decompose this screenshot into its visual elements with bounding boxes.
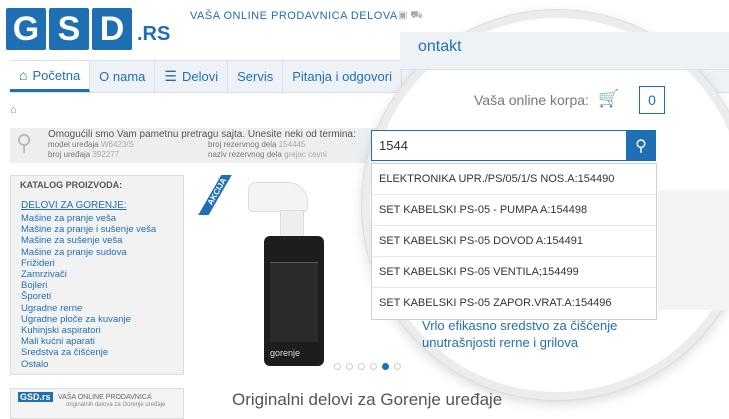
search-icon: ⚲ [635,137,647,155]
catalog-heading-link[interactable]: DELOVI ZA GORENJE: [21,200,127,211]
catalog-item[interactable]: Mašine za sušenje veša [21,235,156,246]
product-image-neck [280,210,304,238]
product-description: Vrlo efikasno sredstvo za čišćenje unutr… [422,317,617,351]
page-headline: Originalni delovi za Gorenje uređaje [232,390,503,409]
cart-count[interactable]: 0 [639,86,665,114]
slider-dot[interactable] [334,363,341,370]
search-info-title: Omogućili smo Vam pametnu pretragu sajta… [48,129,356,140]
catalog-item[interactable]: Kuhinjski aspiratori [21,325,156,336]
hint-label: naziv rezervnog dela [208,150,282,159]
search-button[interactable]: ⚲ [626,130,656,161]
logo-letter-d: D [92,8,132,50]
logo-letter-g: G [6,8,46,50]
hint-label: broj uređaja [48,150,91,159]
catalog-item[interactable]: Frižideri [21,258,156,269]
catalog-item[interactable]: Ugradne rerne [21,303,156,314]
search-hint-row: model uređaja W6423/S [48,140,134,149]
site-logo[interactable]: G S D .RS [6,4,170,50]
home-icon: ⌂ [19,67,28,83]
promo-logo: GSD.rs [18,392,53,402]
search-icon: ⚲ [16,130,33,155]
hint-value: 392277 [92,150,120,159]
promo-line-2: originalnih delova za Gorenje uređaje [66,402,166,408]
nav-item-label: Delovi [181,69,219,84]
breadcrumb-home-icon[interactable]: ⌂ [10,104,17,116]
nav-item-about[interactable]: O nama [90,61,156,92]
nav-item-contact[interactable]: ontakt [418,38,462,56]
nav-item-label: Početna [32,67,81,83]
logo-letter-s: S [49,8,89,50]
nav-item-label: Pitanja i odgovori [292,69,392,84]
payment-shipping-icons: ▣ ⛟ [398,10,423,21]
hint-value: 154445 [278,140,306,149]
catalog-item[interactable]: Ostalo [21,359,156,370]
product-image-spray-trigger [248,182,308,212]
nav-item-service[interactable]: Servis [228,61,284,92]
nav-item-label: O nama [99,69,146,84]
logo-suffix: .RS [137,23,171,45]
promo-line-1: VAŠA ONLINE PRODAVNICA [58,394,152,401]
suggestion-item[interactable]: SET KABELSKI PS-05 VENTILA;154499 [372,257,656,288]
suggestion-item[interactable]: SET KABELSKI PS-05 - PUMPA A:154498 [372,195,656,226]
zoomed-slider-panel [658,190,729,310]
catalog-title: KATALOG PROIZVODA: [20,180,123,190]
product-description-line-1: Vrlo efikasno sredstvo za čišćenje [422,318,618,333]
slider-dot-active[interactable] [382,363,389,370]
hint-value: W6423/S [100,140,134,149]
search-hint-row: broj rezervnog dela 154445 [208,140,305,149]
sale-badge: AKCIJA [196,175,236,215]
sale-badge-label: AKCIJA [196,175,236,215]
search-input[interactable]: 1544 [371,130,627,161]
nav-item-parts[interactable]: ☰ Delovi [155,61,229,92]
search-suggestions: ELEKTRONIKA UPR./PS/05/1/S NOS.A:154490 … [371,163,657,320]
slider-dot[interactable] [370,363,377,370]
slider-dots [334,363,401,370]
hint-label: model uređaja [48,140,99,149]
catalog-item[interactable]: Mašine za pranje veša [21,213,156,224]
product-image-label [270,262,318,342]
search-hint-row: naziv rezervnog dela grejac cevni [208,150,327,159]
catalog-item[interactable]: Sredstva za čišćenje [21,347,156,358]
logo-mini-text: SECE [24,4,41,10]
catalog-item[interactable]: Zamrzivači [21,269,156,280]
suggestion-item[interactable]: SET KABELSKI PS-05 DOVOD A:154491 [372,226,656,257]
slider-dot[interactable] [394,363,401,370]
cart-label: Vaša online korpa: [474,92,589,108]
catalog-item[interactable]: Mašine za pranje sudova [21,247,156,258]
suggestion-item[interactable]: ELEKTRONIKA UPR./PS/05/1/S NOS.A:154490 [372,164,656,195]
catalog-item[interactable]: Bojleri [21,280,156,291]
cart-icon[interactable]: 🛒 [598,89,619,109]
nav-item-label: Servis [237,69,274,84]
catalog-item[interactable]: Šporeti [21,291,156,302]
catalog-item[interactable]: Mašine za pranje i sušenje veša [21,224,156,235]
product-description-line-2: unutrašnjosti rerne i grilova [422,335,579,350]
hint-value: grejac cevni [284,150,327,159]
catalog-list: Mašine za pranje veša Mašine za pranje i… [21,213,156,370]
hint-label: broj rezervnog dela [208,140,277,149]
nav-item-home[interactable]: ⌂ Početna [10,61,91,92]
slider-dot[interactable] [346,363,353,370]
catalog-item[interactable]: Ugradne ploče za kuvanje [21,314,156,325]
site-tagline: VAŠA ONLINE PRODAVNICA DELOVA [190,10,398,22]
list-icon: ☰ [164,68,177,84]
nav-item-faq[interactable]: Pitanja i odgovori [283,61,402,92]
catalog-item[interactable]: Mali kućni aparati [21,336,156,347]
slider-dot[interactable] [358,363,365,370]
search-hint-row: broj uređaja 392277 [48,150,119,159]
suggestion-item[interactable]: SET KABELSKI PS-05 ZAPOR.VRAT.A:154496 [372,288,656,319]
product-brand: gorenje [270,348,301,358]
